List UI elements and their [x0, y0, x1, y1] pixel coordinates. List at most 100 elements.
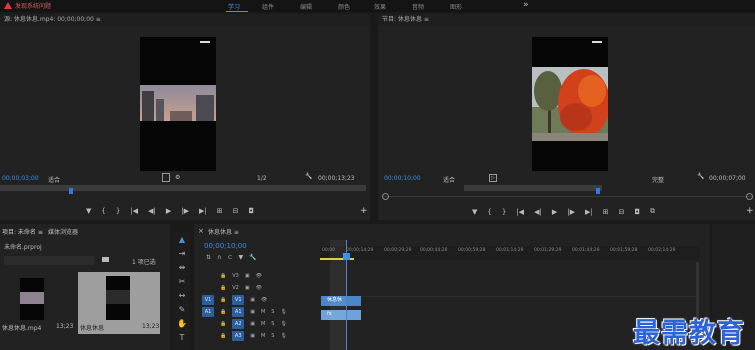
- play-icon[interactable]: ▶: [552, 208, 557, 216]
- program-fit-dropdown[interactable]: 适合: [443, 175, 455, 184]
- solo-icon[interactable]: S: [271, 309, 274, 315]
- close-sequence-icon[interactable]: ×: [198, 227, 204, 235]
- export-frame-icon[interactable]: ◘: [634, 208, 640, 216]
- program-scrub-bar[interactable]: [464, 185, 602, 191]
- export-frame-icon[interactable]: ◘: [248, 207, 254, 215]
- mark-out-icon[interactable]: }: [116, 207, 120, 215]
- source-patch-empty[interactable]: [202, 271, 214, 281]
- sequence-tab[interactable]: 休息休息 ≡: [208, 227, 239, 236]
- linked-selection-icon[interactable]: ⊂: [227, 254, 232, 261]
- mark-in-icon[interactable]: {: [487, 208, 491, 216]
- sync-lock-icon[interactable]: ▣: [250, 309, 255, 315]
- source-scrub-bar[interactable]: [0, 185, 366, 191]
- zoom-handle-left[interactable]: [382, 193, 389, 200]
- slip-tool-icon[interactable]: ↔: [176, 290, 188, 302]
- hand-tool-icon[interactable]: ✋: [176, 318, 188, 330]
- solo-icon[interactable]: S: [271, 321, 274, 327]
- workspace-tab-audio[interactable]: 音频: [412, 2, 424, 11]
- go-to-out-icon[interactable]: ▶|: [199, 207, 207, 215]
- insert-icon[interactable]: ⊞: [217, 207, 223, 215]
- comparison-view-icon[interactable]: ⧉: [650, 207, 655, 216]
- safe-margins-icon[interactable]: [162, 173, 170, 182]
- mute-icon[interactable]: M: [261, 309, 265, 315]
- timeline-settings-icon[interactable]: 🔧: [249, 254, 256, 261]
- eye-icon[interactable]: 👁: [256, 285, 262, 291]
- lock-icon[interactable]: 🔒: [220, 333, 226, 339]
- source-monitor-title[interactable]: 源: 休息休息.mp4: 00;00;00;00 ≡: [0, 14, 370, 26]
- go-to-in-icon[interactable]: |◀: [516, 208, 524, 216]
- lock-icon[interactable]: 🔒: [220, 309, 226, 315]
- track-select-tool-icon[interactable]: ⇥: [176, 248, 188, 260]
- lock-icon[interactable]: 🔒: [220, 285, 226, 291]
- source-playhead[interactable]: [69, 188, 73, 194]
- program-play-icon-box[interactable]: ▷: [489, 174, 497, 182]
- timeline-timecode[interactable]: 00;00;10;00: [204, 242, 247, 250]
- wrench-icon[interactable]: 🔧: [697, 173, 704, 180]
- sync-lock-icon[interactable]: ▣: [250, 333, 255, 339]
- add-marker-icon[interactable]: ▼: [238, 254, 243, 261]
- system-warning[interactable]: 发现系统问题: [4, 1, 51, 10]
- extract-icon[interactable]: ⊟: [619, 208, 625, 216]
- go-to-out-icon[interactable]: ▶|: [585, 208, 593, 216]
- program-monitor-title[interactable]: 节目: 休息休息 ≡: [378, 14, 755, 26]
- media-browser-tab[interactable]: 媒体浏览器: [48, 227, 78, 236]
- mic-icon[interactable]: 🎙: [280, 309, 286, 315]
- mark-in-icon[interactable]: {: [101, 207, 105, 215]
- workspace-tab-assembly[interactable]: 组件: [262, 2, 274, 11]
- program-playhead-timecode[interactable]: 00;00;10;00: [384, 175, 421, 182]
- program-playhead[interactable]: [596, 188, 600, 194]
- source-fit-dropdown[interactable]: 适合: [48, 175, 60, 184]
- mic-icon[interactable]: 🎙: [280, 321, 286, 327]
- eye-icon[interactable]: 👁: [256, 273, 262, 279]
- source-patch-empty[interactable]: [202, 331, 214, 341]
- solo-icon[interactable]: S: [271, 333, 274, 339]
- nest-icon[interactable]: ⇅: [206, 254, 211, 261]
- sync-lock-icon[interactable]: ▣: [245, 285, 250, 291]
- workspace-tab-editing[interactable]: 编辑: [300, 2, 312, 11]
- step-back-icon[interactable]: ◀|: [534, 208, 542, 216]
- play-icon[interactable]: ▶: [166, 207, 171, 215]
- add-marker-icon[interactable]: ▼: [472, 208, 477, 216]
- selection-tool-icon[interactable]: ▲: [176, 234, 188, 246]
- program-zoom-bar[interactable]: [382, 196, 752, 197]
- lift-icon[interactable]: ⊞: [603, 208, 609, 216]
- workspace-tab-effects[interactable]: 效果: [374, 2, 386, 11]
- go-to-in-icon[interactable]: |◀: [130, 207, 138, 215]
- step-forward-icon[interactable]: |▶: [567, 208, 575, 216]
- source-add-button[interactable]: +: [360, 206, 368, 216]
- step-forward-icon[interactable]: |▶: [181, 207, 189, 215]
- source-patch-a1[interactable]: A1: [202, 307, 214, 317]
- project-tab[interactable]: 项目: 未命名 ≡: [2, 227, 43, 236]
- lock-icon[interactable]: 🔒: [220, 297, 226, 303]
- settings-icon[interactable]: ⚙: [175, 174, 180, 181]
- add-marker-icon[interactable]: ▼: [86, 207, 91, 215]
- ripple-edit-tool-icon[interactable]: ⇹: [176, 262, 188, 274]
- razor-tool-icon[interactable]: ✂: [176, 276, 188, 288]
- snap-icon[interactable]: ∩: [217, 254, 221, 261]
- source-patch-v1[interactable]: V1: [202, 295, 214, 305]
- sync-lock-icon[interactable]: ▣: [250, 297, 255, 303]
- mic-icon[interactable]: 🎙: [280, 333, 286, 339]
- more-workspaces-button[interactable]: »: [523, 0, 529, 10]
- workspace-tab-graphics[interactable]: 图形: [450, 2, 462, 11]
- workspace-tab-color[interactable]: 颜色: [338, 2, 350, 11]
- mark-out-icon[interactable]: }: [502, 208, 506, 216]
- source-playhead-timecode[interactable]: 00;00;03;00: [2, 175, 39, 182]
- program-add-button[interactable]: +: [746, 206, 754, 216]
- step-back-icon[interactable]: ◀|: [148, 207, 156, 215]
- source-patch-empty[interactable]: [202, 319, 214, 329]
- lock-icon[interactable]: 🔒: [220, 321, 226, 327]
- workspace-tab-learn[interactable]: 学习: [228, 2, 240, 11]
- mute-icon[interactable]: M: [261, 321, 265, 327]
- sync-lock-icon[interactable]: ▣: [245, 273, 250, 279]
- type-tool-icon[interactable]: T: [176, 332, 188, 344]
- program-resolution-dropdown[interactable]: 完整: [652, 175, 664, 184]
- zoom-handle-right[interactable]: [746, 193, 753, 200]
- eye-icon[interactable]: 👁: [261, 297, 267, 303]
- project-search-input[interactable]: [4, 256, 94, 265]
- sync-lock-icon[interactable]: ▣: [250, 321, 255, 327]
- lock-icon[interactable]: 🔒: [220, 273, 226, 279]
- new-bin-icon[interactable]: [102, 257, 109, 262]
- source-patch-empty[interactable]: [202, 283, 214, 293]
- mute-icon[interactable]: M: [261, 333, 265, 339]
